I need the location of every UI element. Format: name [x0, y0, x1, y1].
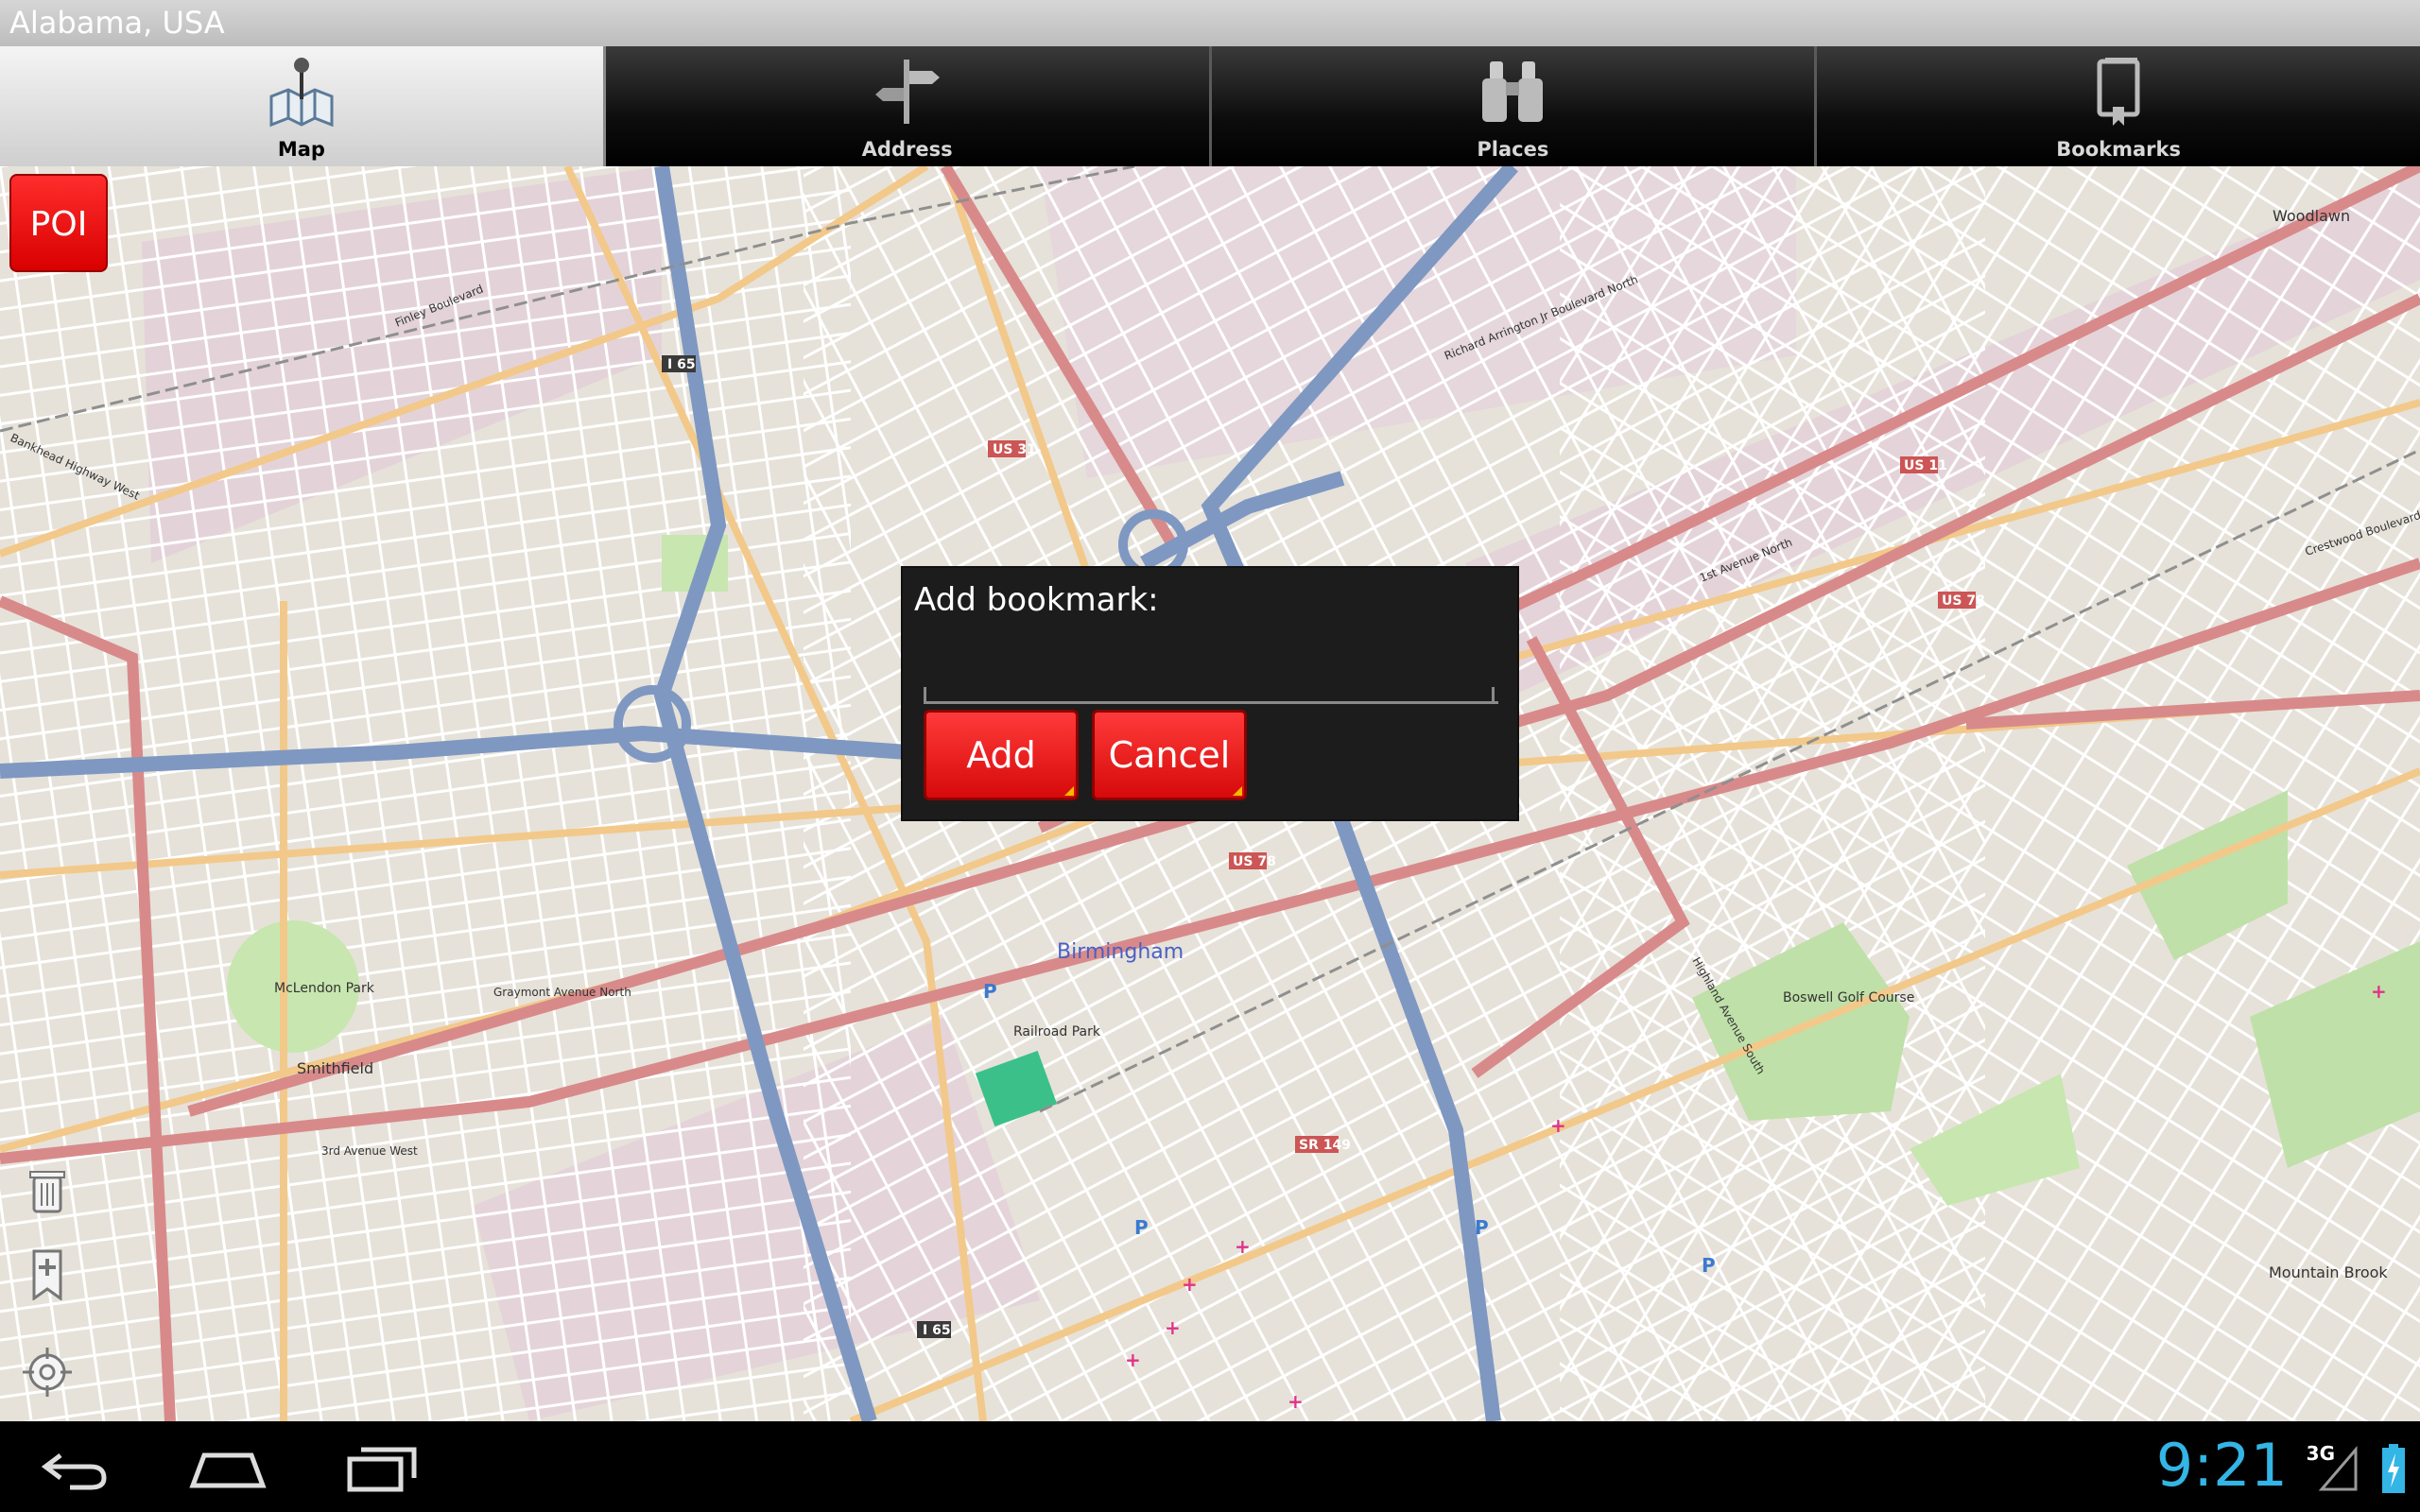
map-pin-icon — [269, 58, 334, 128]
clock: 9:21 — [2155, 1431, 2288, 1500]
svg-text:+: + — [1288, 1390, 1304, 1413]
trash-icon[interactable] — [21, 1164, 74, 1217]
svg-text:+: + — [1182, 1273, 1198, 1296]
tab-bookmarks[interactable]: Bookmarks — [1817, 46, 2420, 166]
label-golf: Boswell Golf Course — [1783, 990, 1914, 1005]
tab-bookmarks-label: Bookmarks — [2056, 138, 2181, 161]
recent-apps-icon[interactable] — [340, 1440, 425, 1493]
app-title-bar: Alabama, USA — [0, 0, 2420, 46]
add-button-label: Add — [966, 734, 1036, 776]
shield-i65-south: I 65 — [923, 1323, 951, 1338]
add-bookmark-dialog: Add bookmark: Add Cancel — [903, 568, 1517, 819]
input-edge-left — [924, 687, 926, 702]
shield-us78: US 78 — [1942, 593, 1985, 609]
app-title: Alabama, USA — [9, 5, 225, 41]
binoculars-icon — [1482, 61, 1544, 122]
tab-map-label: Map — [277, 138, 325, 161]
shield-us11: US 11 — [1904, 458, 1947, 473]
label-road-graymont: Graymont Avenue North — [493, 986, 631, 999]
tab-address-label: Address — [861, 138, 953, 161]
add-button[interactable]: Add — [924, 710, 1079, 800]
tab-address[interactable]: Address — [605, 46, 1212, 166]
svg-text:+: + — [2371, 980, 2387, 1003]
svg-text:+: + — [1235, 1235, 1251, 1258]
shield-sr149: SR 149 — [1299, 1138, 1351, 1153]
svg-text:P: P — [1134, 1216, 1149, 1239]
svg-text:+: + — [1550, 1114, 1566, 1137]
shield-i65: I 65 — [667, 357, 696, 372]
label-mountain-brook: Mountain Brook — [2269, 1263, 2388, 1281]
label-mclendon: McLendon Park — [274, 981, 375, 996]
cancel-button[interactable]: Cancel — [1092, 710, 1247, 800]
input-edge-right — [1492, 687, 1495, 702]
poi-button[interactable]: POI — [9, 174, 108, 272]
label-road-3rd-ave-w: 3rd Avenue West — [321, 1144, 418, 1158]
back-icon[interactable] — [32, 1440, 117, 1493]
locate-me-icon[interactable] — [21, 1346, 74, 1399]
add-bookmark-icon[interactable] — [21, 1247, 74, 1300]
button-corner-mark — [1064, 786, 1074, 796]
svg-text:P: P — [1475, 1216, 1489, 1239]
bookmark-name-input[interactable] — [924, 658, 1498, 704]
battery-charging-icon — [2382, 1444, 2405, 1493]
signpost-icon — [874, 60, 940, 124]
svg-text:+: + — [1165, 1316, 1181, 1339]
home-icon[interactable] — [185, 1440, 270, 1493]
shield-us31: US 31 — [993, 442, 1036, 457]
tab-places[interactable]: Places — [1211, 46, 1818, 166]
system-nav-bar: 9:21 3G — [0, 1421, 2420, 1512]
signal-icon — [2318, 1446, 2358, 1491]
bookmark-book-icon — [2097, 58, 2140, 126]
shield-us78-east: US 78 — [1233, 854, 1276, 869]
svg-text:P: P — [1702, 1254, 1716, 1277]
tab-bar: Map Address Places Bookmarks — [0, 46, 2420, 166]
svg-text:+: + — [1125, 1349, 1141, 1371]
label-birmingham: Birmingham — [1057, 940, 1184, 964]
dialog-title: Add bookmark: — [914, 581, 1159, 619]
button-corner-mark — [1233, 786, 1242, 796]
label-woodlawn: Woodlawn — [2273, 207, 2350, 225]
label-smithfield: Smithfield — [297, 1059, 373, 1077]
cancel-button-label: Cancel — [1108, 734, 1231, 776]
label-railroad-park: Railroad Park — [1013, 1024, 1101, 1040]
svg-text:P: P — [983, 980, 997, 1003]
tab-places-label: Places — [1477, 138, 1549, 161]
tab-map[interactable]: Map — [0, 46, 606, 166]
